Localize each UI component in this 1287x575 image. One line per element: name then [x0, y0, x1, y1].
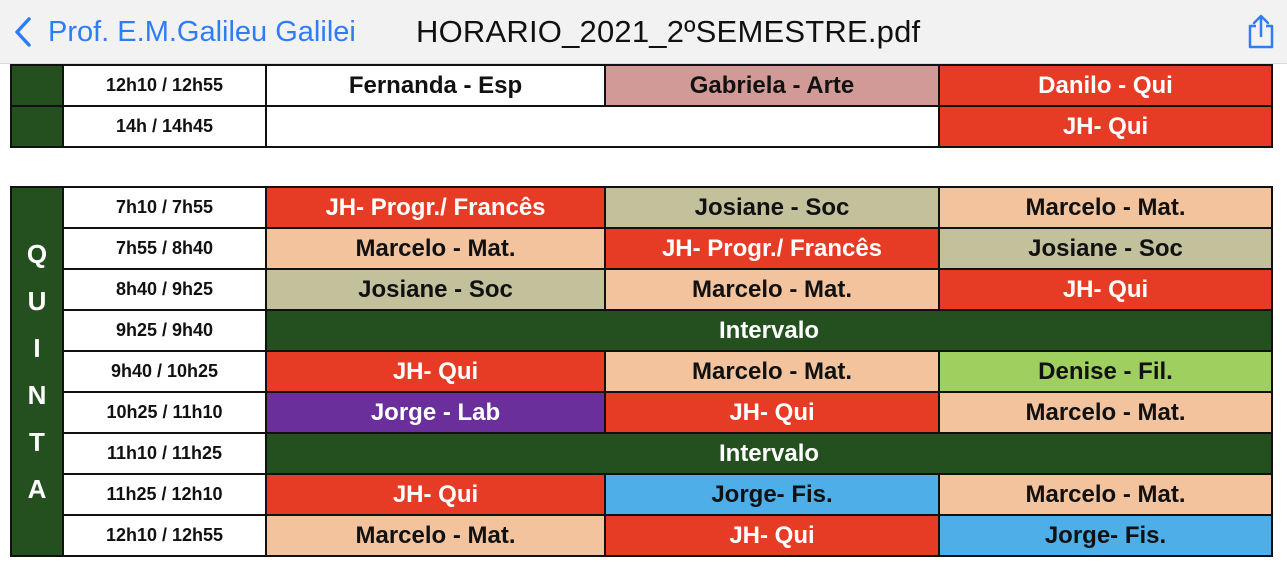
- day-label: QUINTA: [13, 231, 61, 513]
- class-cell: JH- Qui: [938, 268, 1273, 311]
- class-cell: JH- Qui: [265, 473, 606, 516]
- day-label-cell: [10, 105, 64, 148]
- class-cell: JH- Progr./ Francês: [604, 227, 940, 270]
- time-slot-cell: 14h / 14h45: [62, 105, 267, 148]
- back-button-label: Prof. E.M.Galileu Galilei: [48, 15, 356, 48]
- interval-cell: Intervalo: [265, 309, 1273, 352]
- class-cell: Danilo - Qui: [938, 64, 1273, 107]
- class-cell: Jorge- Fis.: [604, 473, 940, 516]
- class-cell: Marcelo - Mat.: [604, 268, 940, 311]
- class-cell: Jorge - Lab: [265, 391, 606, 434]
- time-slot-cell: 7h10 / 7h55: [62, 186, 267, 229]
- document-title: HORARIO_2021_2ºSEMESTRE.pdf: [416, 14, 921, 49]
- time-slot-cell: 7h55 / 8h40: [62, 227, 267, 270]
- class-cell: JH- Qui: [265, 350, 606, 393]
- class-cell: Jorge- Fis.: [938, 514, 1273, 557]
- class-cell: Gabriela - Arte: [604, 64, 940, 107]
- class-cell: JH- Progr./ Francês: [265, 186, 606, 229]
- time-slot-cell: 10h25 / 11h10: [62, 391, 267, 434]
- day-letter: U: [27, 285, 47, 316]
- class-cell: Marcelo - Mat.: [265, 514, 606, 557]
- share-icon: [1248, 14, 1274, 49]
- class-cell: JH- Qui: [604, 391, 940, 434]
- table-row: 10h25 / 11h10 Jorge - Lab JH- Qui Marcelo -…: [11, 391, 1273, 434]
- day-letter: A: [27, 473, 47, 504]
- class-cell: Marcelo - Mat.: [938, 186, 1273, 229]
- time-slot-cell: 12h10 / 12h55: [62, 514, 267, 557]
- class-cell: [265, 105, 940, 148]
- interval-row: 11h10 / 11h25 Intervalo: [11, 432, 1273, 475]
- class-cell: Marcelo - Mat.: [938, 473, 1273, 516]
- class-cell: JH- Qui: [604, 514, 940, 557]
- chevron-left-icon: [15, 17, 31, 47]
- share-button[interactable]: [1244, 14, 1278, 50]
- pdf-page[interactable]: 12h10 / 12h55 Fernanda - Esp Gabriela - Ar…: [0, 64, 1287, 575]
- interval-row: 9h25 / 9h40 Intervalo: [11, 309, 1273, 352]
- day-letter: Q: [26, 238, 48, 269]
- table-row: 11h25 / 12h10 JH- Qui Jorge- Fis. Marcelo -…: [11, 473, 1273, 516]
- schedule-table-quinta: Q U I N T A 7h10 / 7h55 JH- Progr./ Francês Josi…: [10, 186, 1273, 557]
- schedule-table-previous-day: 12h10 / 12h55 Fernanda - Esp Gabriela - Ar…: [10, 64, 1273, 148]
- class-cell: Denise - Fil.: [938, 350, 1273, 393]
- navigation-bar: Prof. E.M.Galileu Galilei HORARIO_2021_2…: [0, 0, 1287, 64]
- table-row: 9h40 / 10h25 JH- Qui Marcelo - Mat. Denise …: [11, 350, 1273, 393]
- time-slot-cell: 8h40 / 9h25: [62, 268, 267, 311]
- table-row: 14h / 14h45 JH- Qui: [10, 105, 1273, 148]
- table-row: 12h10 / 12h55 Fernanda - Esp Gabriela - Ar…: [10, 64, 1273, 107]
- time-slot-cell: 11h25 / 12h10: [62, 473, 267, 516]
- time-slot-cell: 11h10 / 11h25: [62, 432, 267, 475]
- class-cell: Marcelo - Mat.: [265, 227, 606, 270]
- time-slot-cell: 9h25 / 9h40: [62, 309, 267, 352]
- class-cell: Marcelo - Mat.: [938, 391, 1273, 434]
- interval-cell: Intervalo: [265, 432, 1273, 475]
- day-letter: I: [33, 332, 41, 363]
- day-letter: N: [27, 379, 47, 410]
- table-row: 8h40 / 9h25 Josiane - Soc Marcelo - Mat. JH…: [11, 268, 1273, 311]
- table-row: 12h10 / 12h55 Marcelo - Mat. JH- Qui Jorge-…: [11, 514, 1273, 557]
- class-cell: Josiane - Soc: [604, 186, 940, 229]
- time-slot-cell: 12h10 / 12h55: [62, 64, 267, 107]
- day-label-cell: [10, 64, 64, 107]
- back-button[interactable]: Prof. E.M.Galileu Galilei: [12, 12, 356, 52]
- class-cell: JH- Qui: [938, 105, 1273, 148]
- day-label-cell: QUINTA: [10, 186, 64, 557]
- table-row: 7h55 / 8h40 Marcelo - Mat. JH- Progr./ Fra…: [11, 227, 1273, 270]
- class-cell: Josiane - Soc: [265, 268, 606, 311]
- class-cell: Marcelo - Mat.: [604, 350, 940, 393]
- class-cell: Fernanda - Esp: [265, 64, 606, 107]
- time-slot-cell: 9h40 / 10h25: [62, 350, 267, 393]
- table-row: Q U I N T A 7h10 / 7h55 JH- Progr./ Francês Josi…: [10, 186, 1273, 557]
- day-letter: T: [29, 426, 45, 457]
- class-cell: Josiane - Soc: [938, 227, 1273, 270]
